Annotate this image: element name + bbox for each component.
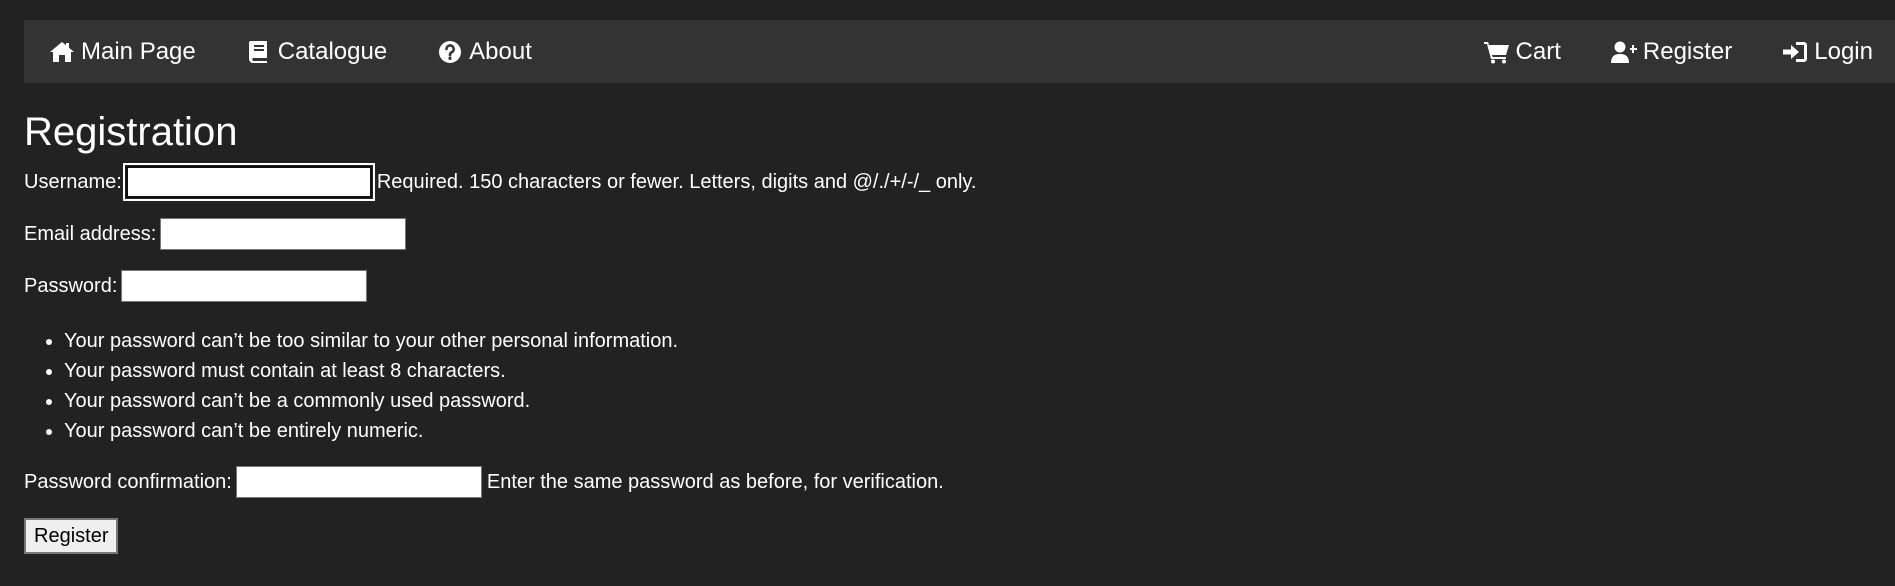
- nav-register-label: Register: [1642, 37, 1733, 65]
- nav-main-page[interactable]: Main Page: [24, 20, 221, 83]
- password-rule: Your password can’t be a commonly used p…: [64, 386, 1874, 416]
- username-input[interactable]: [122, 163, 375, 201]
- username-label: Username:: [24, 171, 122, 193]
- register-submit-button[interactable]: Register: [24, 518, 119, 554]
- user-plus-icon: [1610, 41, 1637, 63]
- question-circle-icon: [439, 40, 462, 63]
- top-navbar: Main Page Catalogue About Cart Register …: [24, 20, 1895, 83]
- book-icon: [248, 40, 267, 63]
- username-help-text: Required. 150 characters or fewer. Lette…: [376, 171, 977, 193]
- password-confirm-input[interactable]: [235, 466, 482, 498]
- password-input[interactable]: [121, 270, 368, 302]
- password-rule: Your password can’t be entirely numeric.: [64, 416, 1874, 446]
- nav-right-group: Cart Register Login: [1459, 20, 1895, 83]
- password-confirm-label: Password confirmation:: [24, 471, 232, 493]
- nav-about[interactable]: About: [412, 20, 557, 83]
- password-confirm-help-text: Enter the same password as before, for v…: [486, 471, 944, 493]
- nav-main-page-label: Main Page: [81, 37, 196, 65]
- username-row: Username: Required. 150 characters or fe…: [24, 163, 1874, 201]
- sign-in-icon: [1783, 41, 1808, 62]
- registration-content: Registration Username: Required. 150 cha…: [24, 104, 1874, 554]
- email-input[interactable]: [160, 218, 407, 250]
- cart-icon: [1483, 41, 1509, 63]
- nav-cart[interactable]: Cart: [1459, 20, 1586, 83]
- nav-register[interactable]: Register: [1586, 20, 1757, 83]
- nav-catalogue[interactable]: Catalogue: [221, 20, 412, 83]
- nav-login[interactable]: Login: [1757, 20, 1895, 83]
- page-title: Registration: [24, 110, 238, 154]
- password-label: Password:: [24, 275, 118, 297]
- password-confirm-row: Password confirmation: Enter the same pa…: [24, 466, 1874, 498]
- password-rules-list: Your password can’t be too similar to yo…: [24, 326, 1874, 446]
- email-label: Email address:: [24, 223, 157, 245]
- password-row: Password:: [24, 270, 1874, 302]
- nav-catalogue-label: Catalogue: [277, 37, 388, 65]
- password-rule: Your password can’t be too similar to yo…: [64, 326, 1874, 356]
- nav-login-label: Login: [1814, 37, 1873, 65]
- password-rule: Your password must contain at least 8 ch…: [64, 356, 1874, 386]
- email-row: Email address:: [24, 218, 1874, 250]
- nav-about-label: About: [469, 37, 532, 65]
- nav-left-group: Main Page Catalogue About: [24, 20, 557, 83]
- home-icon: [50, 41, 74, 62]
- nav-cart-label: Cart: [1515, 37, 1561, 65]
